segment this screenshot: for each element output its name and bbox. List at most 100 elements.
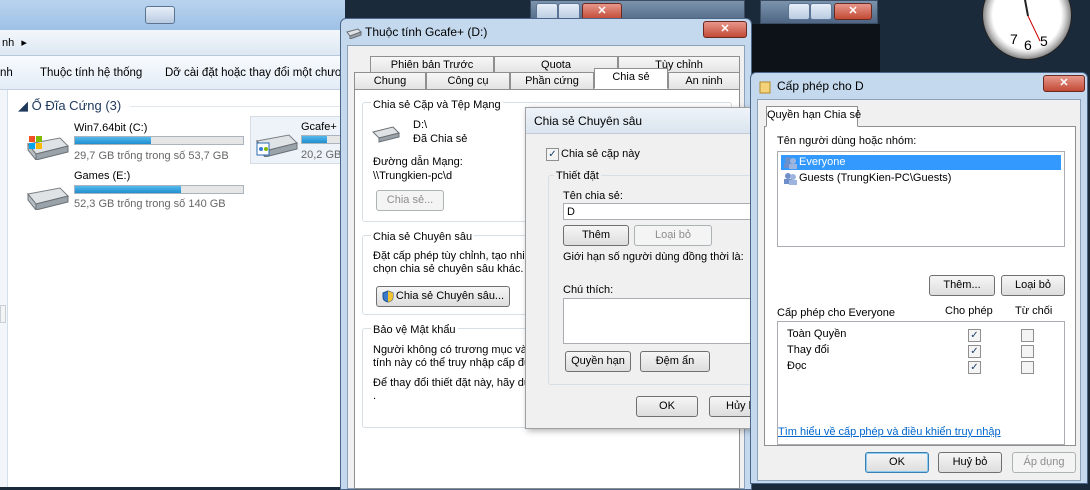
share-name-field[interactable]: D (563, 203, 753, 220)
close-button-2[interactable]: ✕ (834, 3, 872, 20)
advanced-dialog-title: Chia sẻ Chuyên sâu (534, 114, 643, 128)
address-bar[interactable]: nh ▸ (0, 30, 345, 56)
deny-checkbox[interactable] (1021, 345, 1034, 358)
clock-numeral-7: 7 (1010, 31, 1018, 47)
hard-drive-windows-icon (27, 136, 69, 160)
permission-name: Đọc (787, 360, 807, 372)
add-user-button[interactable]: Thêm... (929, 275, 995, 296)
maximize-button-2[interactable] (810, 3, 832, 20)
properties-close-button[interactable]: ✕ (703, 21, 747, 38)
deny-checkbox[interactable] (1021, 329, 1034, 342)
drive-d-name: Gcafe+ (301, 121, 337, 133)
permission-name: Thay đổi (787, 344, 830, 356)
group-divider (130, 106, 340, 107)
tab-tools[interactable]: Công cụ (426, 72, 510, 90)
allow-checkbox[interactable]: ✓ (968, 345, 981, 358)
drive-d-space: 20,2 GB (301, 149, 342, 161)
caching-button[interactable]: Đệm ẩn (640, 351, 710, 372)
settings-heading: Thiết đặt (554, 170, 601, 182)
command-item-0[interactable]: nh (0, 67, 13, 79)
check-icon: ✓ (548, 149, 557, 160)
users-group-icon (784, 157, 797, 169)
permissions-close-button[interactable]: ✕ (1043, 75, 1085, 92)
address-text: nh (2, 37, 15, 49)
drive-e[interactable]: Games (E:) 52,3 GB trống trong số 140 GB (24, 170, 244, 216)
permissions-cancel-button[interactable]: Huỷ bỏ (938, 452, 1002, 473)
check-icon: ✓ (970, 362, 979, 373)
allow-column-header: Cho phép (945, 305, 993, 317)
tab-general[interactable]: Chung (354, 72, 426, 90)
user-guests-label[interactable]: Guests (TrungKien-PC\Guests) (799, 172, 951, 184)
drive-e-usage-bar (74, 185, 244, 194)
nav-scroll-handle[interactable] (0, 305, 6, 323)
hard-drives-group-header[interactable]: ◢ Ổ Đĩa Cứng (3) (18, 98, 121, 114)
minimize-button-2[interactable] (788, 3, 810, 20)
network-path-label: Đường dẫn Mạng: (373, 156, 463, 168)
share-folder-checkbox[interactable]: ✓ (546, 148, 559, 161)
navigation-pane (0, 90, 8, 487)
allow-checkbox[interactable]: ✓ (968, 329, 981, 342)
check-icon: ✓ (970, 346, 979, 357)
share-permissions-panel: Tên người dùng hoặc nhóm: Everyone Guest… (764, 126, 1076, 446)
password-protection-heading: Bảo vệ Mật khẩu (371, 324, 458, 336)
share-status: Đã Chia sẻ (413, 133, 468, 145)
drive-c[interactable]: Win7.64bit (C:) 29,7 GB trống trong số 5… (24, 122, 244, 166)
hard-drive-icon (27, 187, 69, 210)
permissions-for-label: Cấp phép cho Everyone (777, 307, 896, 319)
tab-hardware[interactable]: Phần cứng (510, 72, 594, 90)
add-share-button[interactable]: Thêm (563, 225, 629, 246)
password-desc-4: . (373, 390, 377, 402)
drive-c-space: 29,7 GB trống trong số 53,7 GB (74, 150, 229, 162)
allow-checkbox[interactable]: ✓ (968, 361, 981, 374)
advanced-sharing-desc-1: Đặt cấp phép tùy chỉnh, tạo nhiều c (373, 250, 546, 262)
access-control-help-link[interactable]: Tìm hiểu về cấp phép và điều khiển truy … (778, 426, 1001, 438)
permissions-dialog: Cấp phép cho D ✕ Quyền hạn Chia sẻ Tên n… (750, 72, 1088, 484)
check-icon: ✓ (970, 330, 979, 341)
deny-column-header: Từ chối (1015, 305, 1053, 317)
address-arrow-icon[interactable]: ▸ (21, 37, 27, 49)
explorer-window: nh ▸ nh Thuộc tính hệ thống Dỡ cài đặt h… (0, 0, 345, 487)
clock-gadget[interactable]: 7 6 5 (982, 0, 1072, 60)
network-path-value: \\Trungkien-pc\d (373, 170, 453, 182)
advanced-sharing-button-label: Chia sẻ Chuyên sâu... (395, 290, 505, 302)
user-limit-label: Giới hạn số người dùng đồng thời là: (563, 251, 744, 263)
uac-shield-icon (382, 290, 394, 303)
tab-security[interactable]: An ninh (668, 72, 740, 90)
network-sharing-heading: Chia sẻ Cặp và Tệp Mạng (371, 99, 503, 111)
users-list[interactable]: Everyone Guests (TrungKien-PC\Guests) (777, 151, 1065, 247)
folder-icon (759, 81, 771, 94)
users-group-icon (784, 173, 797, 185)
user-everyone-label: Everyone (799, 156, 846, 168)
comment-label: Chú thích: (563, 284, 614, 296)
permissions-button[interactable]: Quyền hạn (565, 351, 631, 372)
drive-e-name: Games (E:) (74, 170, 131, 182)
advanced-sharing-button[interactable]: Chia sẻ Chuyên sâu... (376, 286, 510, 307)
password-desc-3: Để thay đổi thiết đặt này, hãy dùng (373, 377, 543, 389)
drive-c-usage-bar (74, 136, 244, 145)
advanced-ok-button[interactable]: OK (636, 396, 698, 417)
deny-checkbox[interactable] (1021, 361, 1034, 374)
share-name-value: D (567, 206, 575, 218)
clock-numeral-6: 6 (1024, 37, 1032, 53)
dark-background (750, 24, 880, 74)
share-path: D:\ (413, 119, 428, 131)
drive-d[interactable]: Gcafe+ 20,2 GB (250, 116, 345, 164)
permissions-client: Quyền hạn Chia sẻ Tên người dùng hoặc nh… (757, 99, 1081, 481)
command-bar: nh Thuộc tính hệ thống Dỡ cài đặt hoặc t… (0, 56, 345, 90)
share-button[interactable]: Chia sẻ... (376, 190, 444, 211)
remove-user-button[interactable]: Loại bỏ (1001, 275, 1065, 296)
uninstall-program-command[interactable]: Dỡ cài đặt hoặc thay đổi một chương (165, 67, 345, 79)
users-label: Tên người dùng hoặc nhóm: (777, 135, 917, 147)
remove-share-button[interactable]: Loại bỏ (634, 225, 712, 246)
permissions-ok-button[interactable]: OK (865, 452, 929, 473)
explorer-window-button[interactable] (145, 6, 175, 24)
drive-c-name: Win7.64bit (C:) (74, 122, 148, 134)
share-folder-label: Chia sẻ cặp này (561, 148, 640, 160)
system-properties-command[interactable]: Thuộc tính hệ thống (40, 67, 142, 79)
tab-sharing[interactable]: Chia sẻ (594, 68, 668, 89)
comment-field[interactable] (563, 298, 753, 344)
permissions-apply-button[interactable]: Áp dụng (1012, 452, 1076, 473)
clock-numeral-5: 5 (1040, 33, 1048, 49)
permission-name: Toàn Quyền (787, 328, 847, 340)
tab-share-permissions[interactable]: Quyền hạn Chia sẻ (766, 106, 861, 127)
